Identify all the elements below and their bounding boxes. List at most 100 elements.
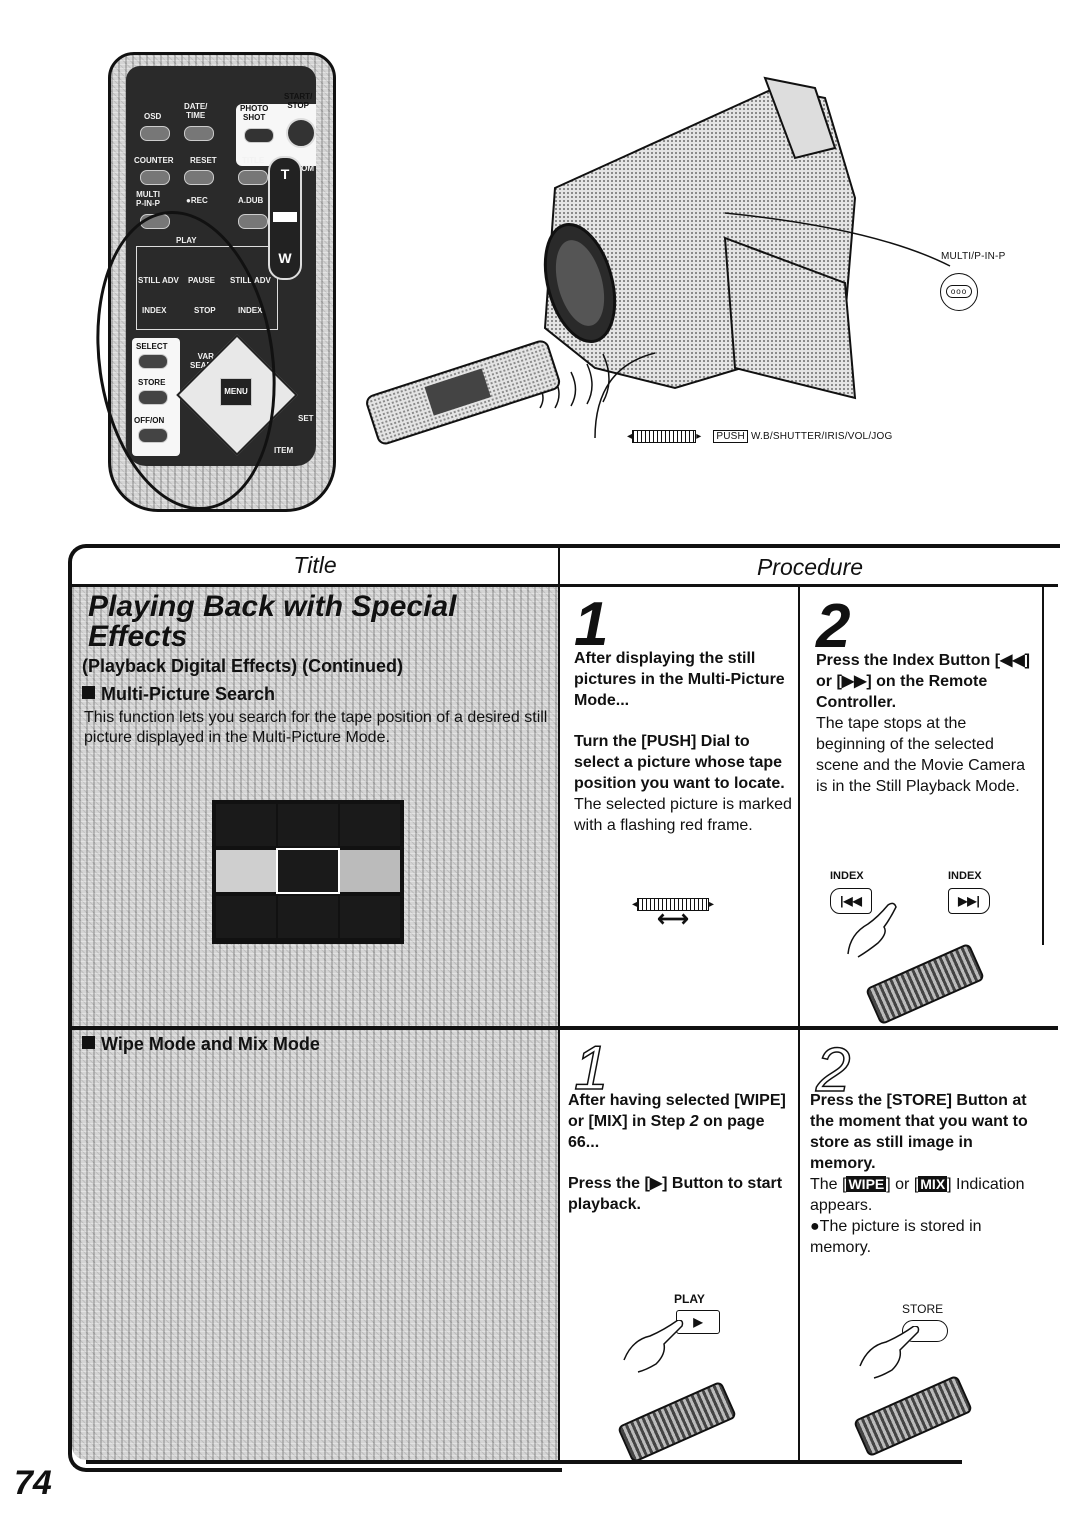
main-title-line1: Playing Back with Special — [88, 590, 457, 623]
row1-step1-number: 1 — [574, 590, 609, 659]
section-description: This function lets you search for the ta… — [84, 709, 548, 746]
start-stop-label: START/ STOP — [284, 92, 313, 110]
counter-button — [140, 170, 170, 185]
thumb-9 — [340, 896, 400, 938]
double-arrow-icon: ⟷ — [657, 906, 689, 931]
reset-label: RESET — [190, 156, 217, 165]
wipe-indicator-badge: WIPE — [846, 1176, 887, 1192]
step-instruction: Turn the [PUSH] Dial to select a picture… — [574, 733, 785, 792]
start-stop-button — [286, 118, 316, 148]
right-arrow-icon: ▸ — [696, 431, 702, 443]
photo-shot-label: PHOTO SHOT — [240, 104, 269, 122]
multi-pinp-button-icon: ooo — [940, 273, 978, 311]
wipe-cell-background — [72, 1030, 558, 1460]
section-multi-picture-search: Multi-Picture Search — [82, 684, 275, 705]
section-wipe-mix: Wipe Mode and Mix Mode — [82, 1034, 320, 1055]
square-bullet-icon — [82, 1036, 95, 1049]
thumb-7 — [216, 896, 276, 938]
row1-step1-text: After displaying the still pictures in t… — [574, 648, 794, 836]
multi-picture-screen-image — [212, 800, 404, 944]
jog-dial-icon — [632, 430, 697, 443]
page-number: 74 — [14, 1464, 52, 1502]
title-button — [238, 170, 268, 185]
thumb-4 — [216, 850, 276, 892]
pointing-hand-icon — [859, 1326, 920, 1379]
rec-label: ●REC — [186, 196, 208, 205]
push-label: PUSH — [713, 430, 748, 444]
row2-step1-text: After having selected [WIPE] or [MIX] in… — [568, 1090, 794, 1215]
table-bottom-border — [86, 1460, 962, 1464]
subtitle: (Playback Digital Effects) (Continued) — [82, 656, 404, 676]
date-time-label: DATE/ TIME — [184, 102, 208, 120]
square-bullet-icon — [82, 686, 95, 699]
main-title-line2: Effects — [88, 620, 188, 653]
step-instruction: Press the [STORE] Button at the moment t… — [810, 1092, 1028, 1172]
item-label: ITEM — [274, 446, 294, 455]
row1-step2-text: Press the Index Button [◀◀] or [▶▶] on t… — [816, 650, 1038, 797]
pointing-hand-icon — [847, 902, 897, 958]
osd-button — [140, 126, 170, 141]
mix-indicator-badge: MIX — [918, 1176, 948, 1192]
play-caption: PLAY — [674, 1292, 705, 1306]
indication-text: ] or [ — [886, 1176, 919, 1193]
row1-step2-number: 2 — [816, 592, 851, 661]
small-remote — [366, 340, 561, 445]
step-note: The tape stops at the beginning of the s… — [816, 715, 1025, 795]
mini-remote-icon — [616, 1380, 738, 1464]
reset-button — [184, 170, 214, 185]
table-top-border — [86, 544, 1060, 548]
row2-step2-text: Press the [STORE] Button at the moment t… — [810, 1090, 1032, 1258]
thumb-6 — [340, 850, 400, 892]
indication-text: The [ — [810, 1176, 847, 1193]
osd-label: OSD — [144, 112, 162, 121]
step-note: The selected picture is marked with a fl… — [574, 796, 792, 834]
a-dub-label: A.DUB — [238, 196, 264, 205]
store-caption: STORE — [902, 1302, 944, 1316]
dial-caption: W.B/SHUTTER/IRIS/VOL/JOG — [750, 431, 893, 443]
remote-controller-illustration: OSD DATE/ TIME PHOTO SHOT START/ STOP CO… — [77, 52, 336, 522]
title-label: TITLE — [242, 156, 265, 165]
zoom-rocker: T W — [268, 156, 302, 280]
step-instruction: Press the [▶] Button to start playback. — [568, 1175, 783, 1213]
push-dial-caption-row: ◂ ▸ PUSH W.B/SHUTTER/IRIS/VOL/JOG — [627, 430, 893, 444]
header-bottom-border — [72, 584, 1058, 587]
pointing-hand-icon — [623, 1320, 684, 1373]
right-arrow-icon: ▸ — [709, 899, 715, 911]
thumb-5-selected — [276, 848, 340, 894]
index-right-caption: INDEX — [948, 870, 982, 882]
a-dub-button — [238, 214, 268, 229]
step-instruction: Press the Index Button [◀◀] or [▶▶] on t… — [816, 652, 1030, 711]
thumb-1 — [216, 804, 276, 846]
instruction-table: Title Procedure Playing Back with Specia… — [68, 544, 1060, 1472]
section-heading: Multi-Picture Search — [101, 684, 276, 704]
mini-remote-icon — [852, 1374, 974, 1458]
zoom-w-label: W — [278, 250, 292, 266]
step-instruction: After displaying the still pictures in t… — [574, 650, 785, 709]
thumb-8 — [278, 896, 338, 938]
title-procedure-divider — [558, 544, 560, 1464]
step-reference: 2 — [689, 1113, 699, 1130]
section-heading: Wipe Mode and Mix Mode — [101, 1034, 320, 1054]
bullet-note: ●The picture is stored in memory. — [810, 1218, 982, 1256]
procedure-header: Procedure — [756, 554, 864, 580]
zoom-divider — [273, 212, 297, 222]
date-time-button — [184, 126, 214, 141]
right-edge-line — [1042, 587, 1044, 945]
row-divider — [72, 1026, 1058, 1030]
index-left-caption: INDEX — [830, 870, 864, 882]
thumb-3 — [340, 804, 400, 846]
index-forward-key-icon: ▶▶| — [948, 888, 990, 914]
camera-illustration: MULTI/P-IN-P ◂ ▸ PUSH W.B/SHUTTER/IRIS/VO… — [355, 68, 1055, 463]
photo-shot-button — [244, 128, 274, 143]
camera-drawing — [366, 76, 951, 445]
multi-pinp-label: MULTI P-IN-P — [136, 190, 160, 208]
set-label: SET — [298, 414, 314, 423]
main-title: Playing Back with Special Effects — [88, 592, 456, 652]
thumb-2 — [278, 804, 338, 846]
multi-pinp-label: MULTI/P-IN-P — [941, 251, 1006, 262]
zoom-t-label: T — [280, 166, 290, 182]
title-header: Title — [293, 552, 337, 578]
multi-button-glyph: ooo — [946, 285, 972, 298]
counter-label: COUNTER — [134, 156, 174, 165]
jog-dial-figure: ◂ ▸ ⟷ — [632, 898, 715, 931]
